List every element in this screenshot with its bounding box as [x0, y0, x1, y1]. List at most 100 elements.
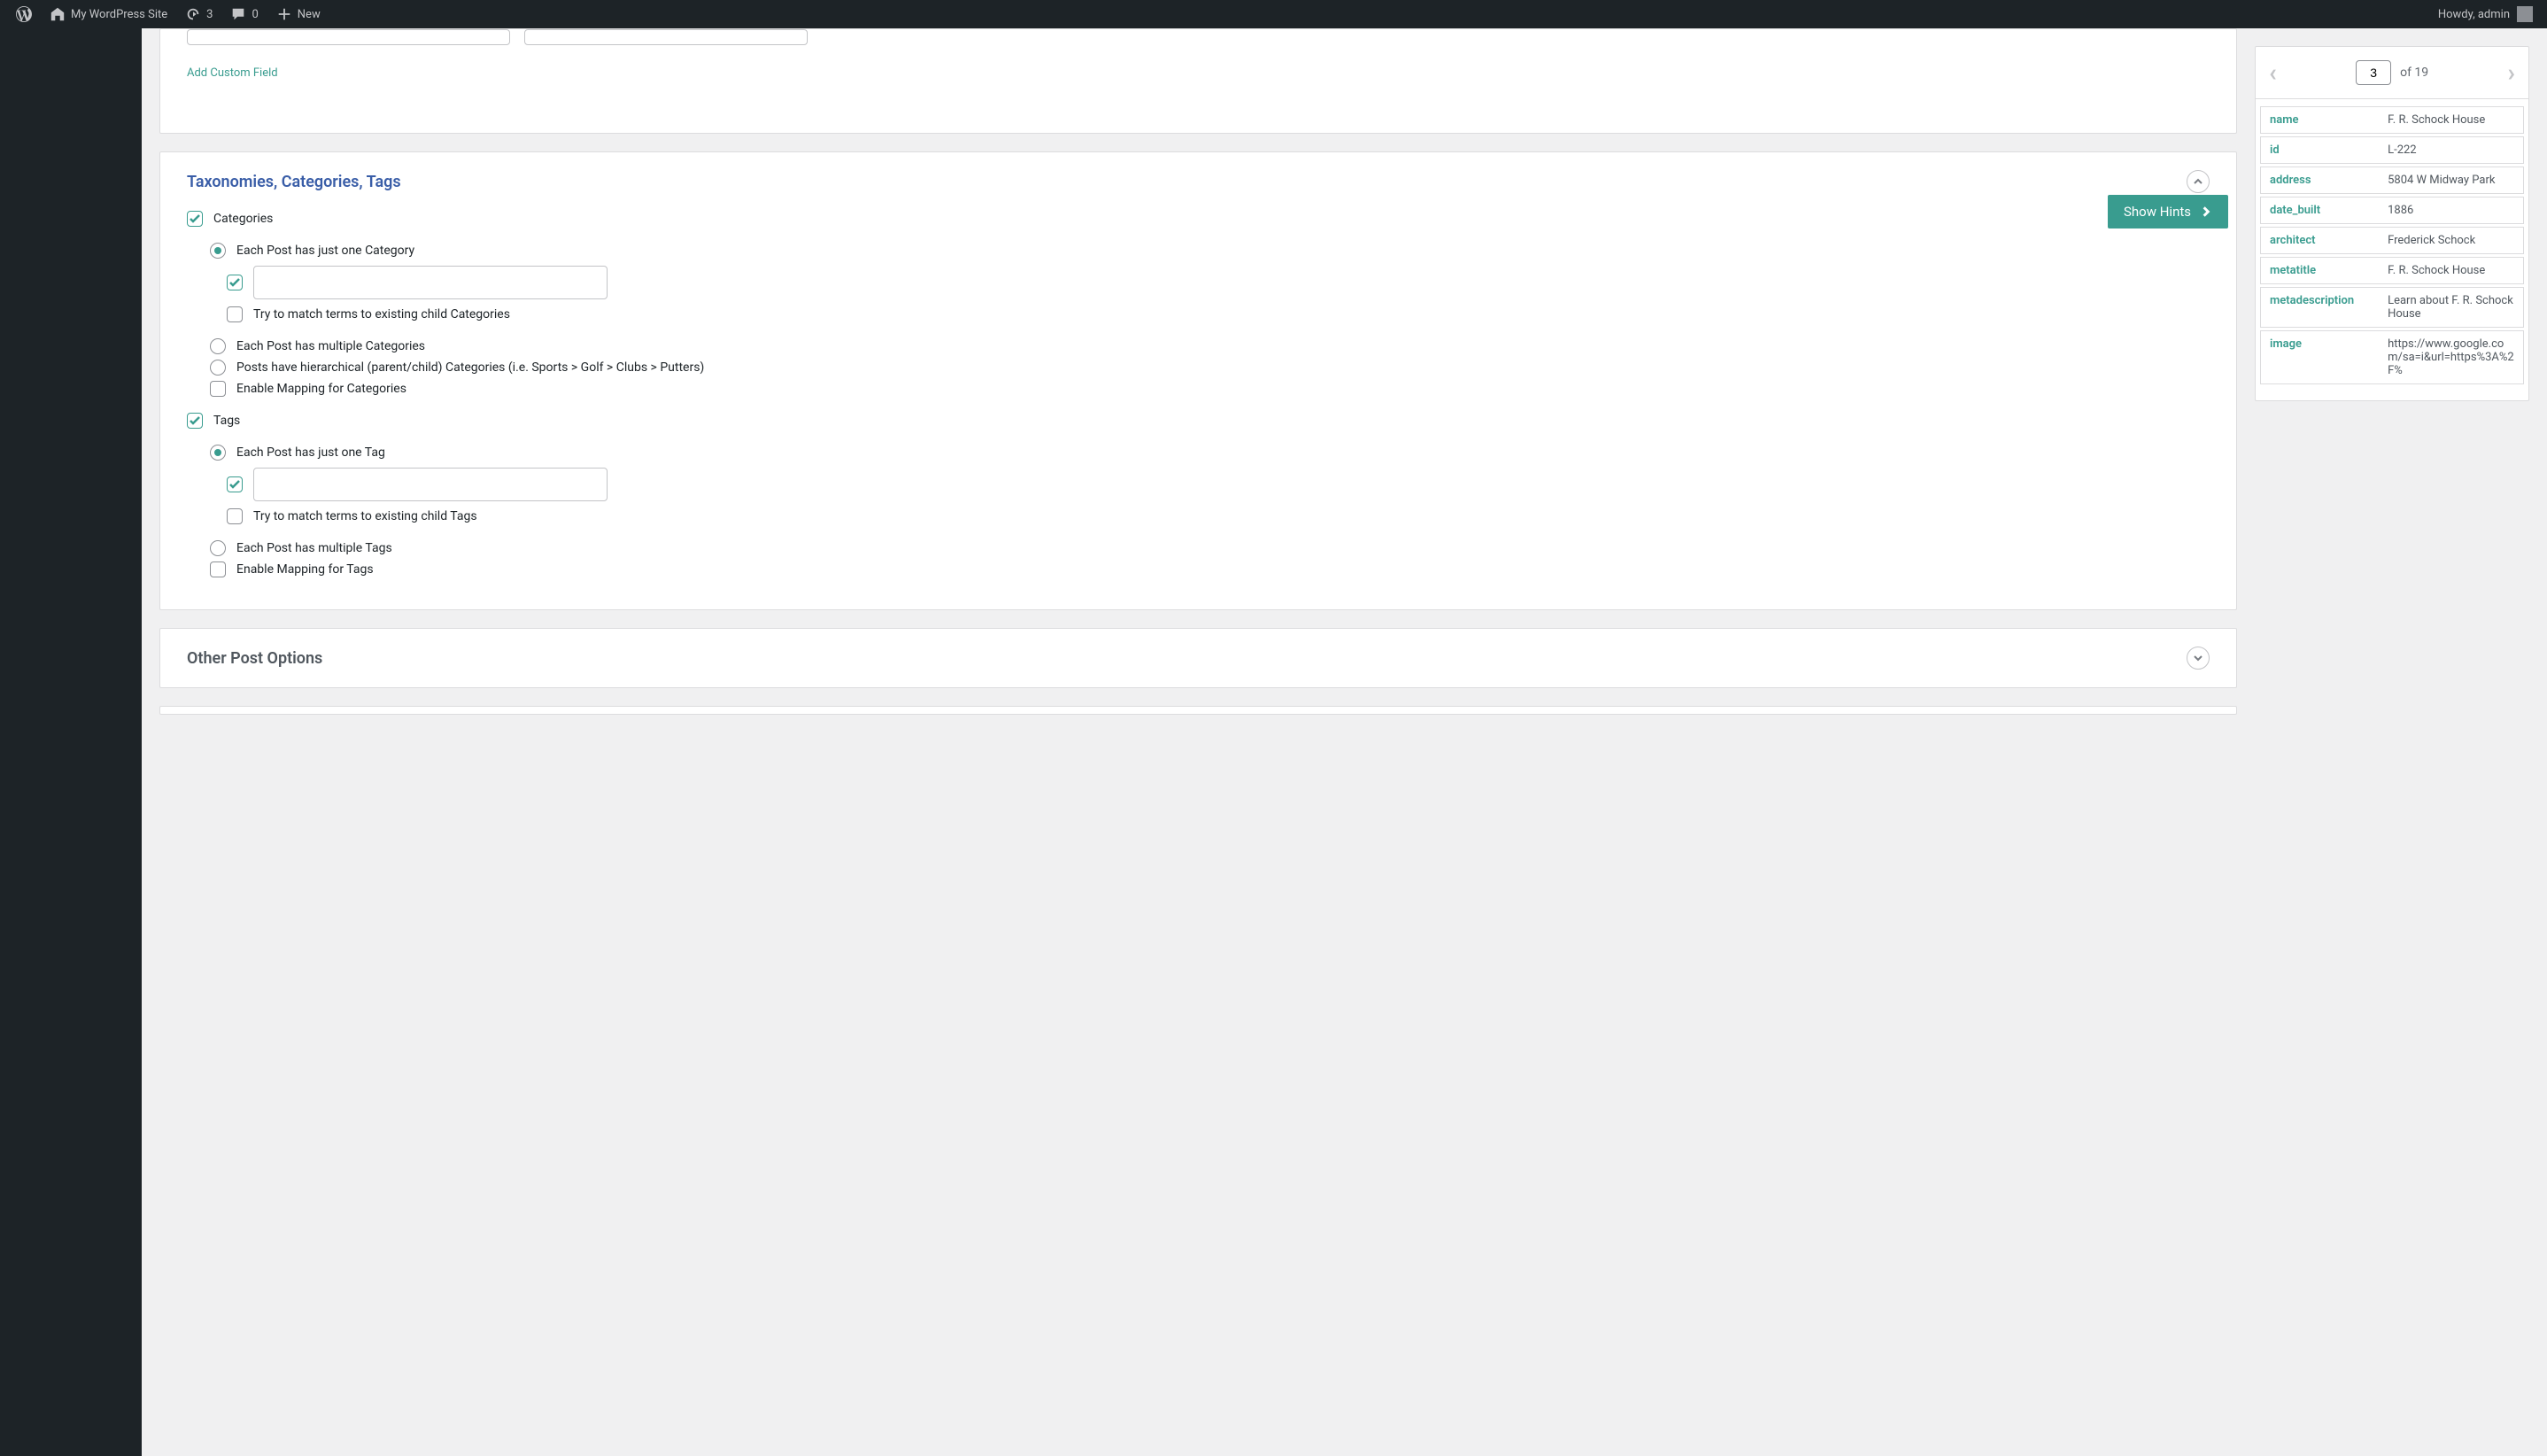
cat-multiple-label: Each Post has multiple Categories	[236, 339, 425, 353]
new-label: New	[298, 8, 321, 21]
home-icon	[50, 6, 66, 22]
tag-one-label: Each Post has just one Tag	[236, 445, 385, 460]
field-val: F. R. Schock House	[2379, 106, 2524, 134]
main-content: Add Custom Field Taxonomies, Categories,…	[159, 28, 2237, 715]
tag-multiple-label: Each Post has multiple Tags	[236, 541, 392, 555]
cat-one-label: Each Post has just one Category	[236, 244, 414, 258]
table-row: image https://www.google.com/sa=i&url=ht…	[2260, 330, 2524, 384]
cat-value-checkbox[interactable]	[227, 275, 243, 290]
admin-bar-left: My WordPress Site 3 0 New	[9, 0, 328, 28]
preview-panel: ‹ of 19 › name F. R. Schock House id L-2…	[2255, 46, 2529, 401]
field-key: id	[2260, 136, 2379, 164]
field-value-input[interactable]	[524, 29, 808, 45]
tag-match-row: Try to match terms to existing child Tag…	[187, 508, 2210, 524]
pager-total: of 19	[2400, 66, 2428, 80]
taxonomies-title: Taxonomies, Categories, Tags	[187, 173, 401, 191]
categories-checkbox[interactable]	[187, 211, 203, 227]
collapse-toggle[interactable]	[2187, 170, 2210, 193]
field-val: Learn about F. R. Schock House	[2379, 287, 2524, 328]
other-options-panel: Other Post Options	[159, 628, 2237, 688]
tag-match-checkbox[interactable]	[227, 508, 243, 524]
site-name-label: My WordPress Site	[71, 8, 167, 21]
admin-sidebar	[0, 28, 142, 1456]
next-panel-peek	[159, 706, 2237, 715]
field-key: metadescription	[2260, 287, 2379, 328]
tag-one-radio[interactable]	[210, 445, 226, 461]
comments-count: 0	[252, 8, 258, 21]
updates[interactable]: 3	[178, 0, 220, 28]
pager-input[interactable]	[2356, 60, 2391, 85]
cat-one-row: Each Post has just one Category	[187, 243, 2210, 259]
updates-count: 3	[206, 8, 213, 21]
field-val: F. R. Schock House	[2379, 257, 2524, 284]
add-custom-field-link[interactable]: Add Custom Field	[187, 66, 278, 80]
chevron-up-icon	[2193, 176, 2203, 187]
table-row: metadescription Learn about F. R. Schock…	[2260, 287, 2524, 328]
field-options	[822, 29, 919, 45]
taxonomies-panel: Taxonomies, Categories, Tags Categories	[159, 151, 2237, 610]
cat-one-radio[interactable]	[210, 243, 226, 259]
cat-match-checkbox[interactable]	[227, 306, 243, 322]
cat-multiple-radio[interactable]	[210, 338, 226, 354]
show-hints-button[interactable]: Show Hints	[2108, 195, 2228, 228]
comments[interactable]: 0	[223, 0, 265, 28]
table-row: metatitle F. R. Schock House	[2260, 257, 2524, 284]
tag-one-row: Each Post has just one Tag	[187, 445, 2210, 461]
tag-match-label: Try to match terms to existing child Tag…	[253, 509, 477, 523]
tag-mapping-row: Enable Mapping for Tags	[187, 561, 2210, 577]
cat-hier-radio[interactable]	[210, 360, 226, 376]
expand-toggle[interactable]	[2187, 647, 2210, 670]
cat-value-input[interactable]	[253, 266, 608, 299]
chevron-right-icon	[2200, 205, 2212, 218]
field-val: https://www.google.com/sa=i&url=https%3A…	[2379, 330, 2524, 384]
wp-logo[interactable]	[9, 0, 39, 28]
field-val: L-222	[2379, 136, 2524, 164]
tag-mapping-checkbox[interactable]	[210, 561, 226, 577]
tags-checkbox[interactable]	[187, 413, 203, 429]
field-val: 1886	[2379, 197, 2524, 224]
site-name[interactable]: My WordPress Site	[43, 0, 174, 28]
plus-icon	[276, 6, 292, 22]
taxonomies-header[interactable]: Taxonomies, Categories, Tags	[160, 152, 2236, 211]
field-key: date_built	[2260, 197, 2379, 224]
table-row: name F. R. Schock House	[2260, 106, 2524, 134]
tag-value-input[interactable]	[253, 468, 608, 501]
table-row: date_built 1886	[2260, 197, 2524, 224]
check-icon	[190, 214, 200, 223]
taxonomies-body: Categories Each Post has just one Catego…	[160, 211, 2236, 609]
tags-toggle-row: Tags	[187, 413, 2210, 429]
field-key: name	[2260, 106, 2379, 134]
field-val: Frederick Schock	[2379, 227, 2524, 254]
admin-bar-right[interactable]: Howdy, admin	[2438, 6, 2538, 22]
field-key: image	[2260, 330, 2379, 384]
check-icon	[190, 416, 200, 425]
content-wrap: Add Custom Field Taxonomies, Categories,…	[142, 28, 2547, 732]
new-content[interactable]: New	[269, 0, 328, 28]
other-options-header[interactable]: Other Post Options	[160, 629, 2236, 687]
field-name-input[interactable]	[187, 29, 510, 45]
tag-multiple-row: Each Post has multiple Tags	[187, 540, 2210, 556]
record-table: name F. R. Schock House id L-222 address…	[2260, 104, 2524, 387]
cat-mapping-row: Enable Mapping for Categories	[187, 381, 2210, 397]
table-row: address 5804 W Midway Park	[2260, 167, 2524, 194]
pager-next[interactable]: ›	[2508, 60, 2515, 85]
avatar	[2517, 6, 2533, 22]
custom-field-row	[187, 29, 2210, 45]
table-row: architect Frederick Schock	[2260, 227, 2524, 254]
cat-match-row: Try to match terms to existing child Cat…	[187, 306, 2210, 322]
categories-label: Categories	[213, 212, 273, 226]
wordpress-icon	[16, 6, 32, 22]
custom-fields-panel: Add Custom Field	[159, 28, 2237, 134]
field-key: address	[2260, 167, 2379, 194]
field-key: architect	[2260, 227, 2379, 254]
tag-mapping-label: Enable Mapping for Tags	[236, 562, 374, 577]
update-icon	[185, 6, 201, 22]
chevron-down-icon	[2193, 653, 2203, 663]
cat-value-row	[187, 266, 2210, 299]
cat-match-label: Try to match terms to existing child Cat…	[253, 307, 510, 321]
cat-mapping-checkbox[interactable]	[210, 381, 226, 397]
other-options-title: Other Post Options	[187, 649, 322, 668]
tag-multiple-radio[interactable]	[210, 540, 226, 556]
pager-prev[interactable]: ‹	[2269, 60, 2277, 85]
tag-value-checkbox[interactable]	[227, 476, 243, 492]
